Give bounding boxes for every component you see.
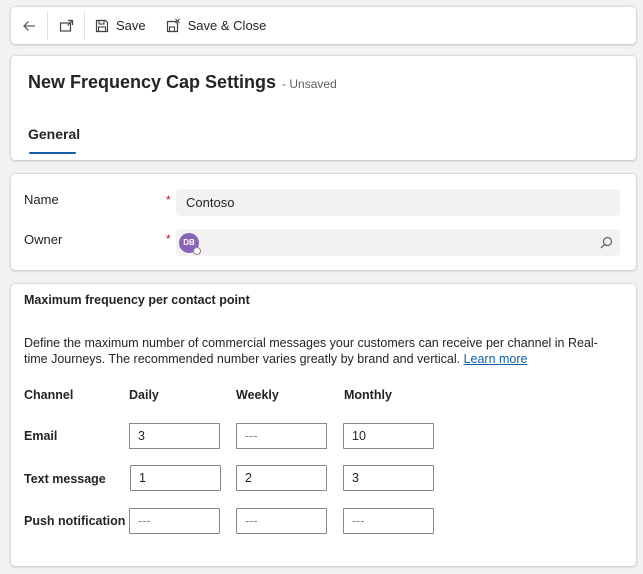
owner-lookup-field[interactable]: DB xyxy=(176,229,620,256)
open-in-new-window-button[interactable] xyxy=(48,7,84,44)
text-message-monthly-input[interactable]: 3 xyxy=(343,465,434,491)
save-icon xyxy=(95,19,109,32)
unsaved-status: - Unsaved xyxy=(282,77,337,91)
name-field[interactable]: Contoso xyxy=(176,189,620,216)
save-and-close-icon xyxy=(166,18,180,33)
push-notification-daily-input[interactable]: --- xyxy=(129,508,220,534)
email-daily-input[interactable]: 3 xyxy=(129,423,220,449)
save-and-close-label: Save & Close xyxy=(187,18,267,33)
avatar-initials: DB xyxy=(183,238,195,247)
command-bar: Save Save & Close xyxy=(11,7,636,44)
page-title: New Frequency Cap Settings xyxy=(28,72,277,92)
tab-general[interactable]: General xyxy=(28,126,80,152)
presence-badge xyxy=(193,246,201,255)
active-tab-indicator xyxy=(29,152,76,154)
name-value: Contoso xyxy=(186,195,235,210)
section-description: Define the maximum number of commercial … xyxy=(24,336,614,367)
open-in-new-window-icon xyxy=(59,19,73,32)
learn-more-link[interactable]: Learn more xyxy=(464,352,528,366)
avatar[interactable]: DB xyxy=(179,232,201,255)
title-row: New Frequency Cap Settings - Unsaved xyxy=(28,72,337,93)
email-monthly-input[interactable]: 10 xyxy=(343,423,434,449)
push-notification-monthly-input[interactable]: --- xyxy=(343,508,434,534)
back-button[interactable] xyxy=(11,7,47,44)
owner-label: Owner xyxy=(24,232,63,247)
row-label-email: Email xyxy=(24,429,58,443)
save-and-close-button[interactable]: Save & Close xyxy=(156,7,277,44)
frequency-cap-section: Maximum frequency per contact point Defi… xyxy=(11,284,636,566)
required-indicator: * xyxy=(166,232,171,246)
column-header-weekly: Weekly xyxy=(236,388,279,402)
row-label-push-notification: Push notification xyxy=(24,514,126,528)
text-message-daily-input[interactable]: 1 xyxy=(130,465,221,491)
column-header-channel: Channel xyxy=(24,388,74,402)
save-button[interactable]: Save xyxy=(85,7,156,44)
save-label: Save xyxy=(116,18,146,33)
push-notification-weekly-input[interactable]: --- xyxy=(236,508,327,534)
row-label-text-message: Text message xyxy=(24,472,106,486)
search-icon[interactable] xyxy=(600,236,613,249)
required-indicator: * xyxy=(166,193,171,207)
name-label: Name xyxy=(24,192,59,207)
text-message-weekly-input[interactable]: 2 xyxy=(236,465,327,491)
email-weekly-input[interactable]: --- xyxy=(236,423,327,449)
column-header-daily: Daily xyxy=(129,388,159,402)
general-form-section: Name * Contoso Owner * DB xyxy=(11,174,636,270)
arrow-left-icon xyxy=(23,20,35,31)
record-header: New Frequency Cap Settings - Unsaved Gen… xyxy=(11,56,636,160)
section-title: Maximum frequency per contact point xyxy=(24,293,250,307)
column-header-monthly: Monthly xyxy=(344,388,392,402)
